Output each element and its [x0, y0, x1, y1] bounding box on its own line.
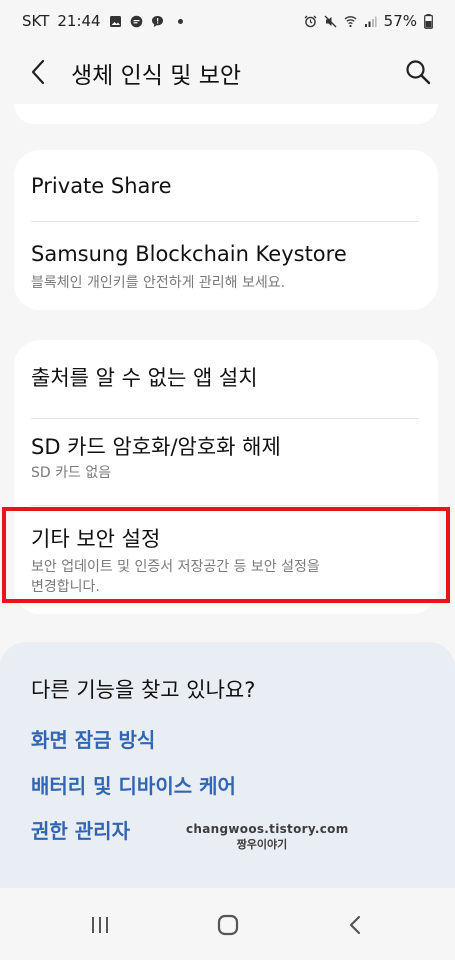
- unknown-apps-item[interactable]: 출처를 알 수 없는 앱 설치: [14, 340, 438, 418]
- item-subtitle: 블록체인 개인키를 안전하게 관리해 보세요.: [31, 275, 286, 291]
- gallery-notification-icon: [109, 15, 121, 27]
- item-subtitle: SD 카드 없음: [31, 465, 112, 481]
- blockchain-keystore-item[interactable]: Samsung Blockchain Keystore 블록체인 개인키를 안전…: [14, 222, 438, 310]
- suggestions-panel: 다른 기능을 찾고 있나요? 화면 잠금 방식 배터리 및 디바이스 케어 권한…: [0, 642, 455, 888]
- status-bar: SKT 21:44 57%: [0, 0, 455, 44]
- messenger-notification-icon: [130, 15, 142, 27]
- search-icon[interactable]: [405, 59, 431, 85]
- mute-icon: [324, 15, 337, 27]
- link-battery-device-care[interactable]: 배터리 및 디바이스 케어: [31, 770, 236, 799]
- settings-card-1: Private Share Samsung Blockchain Keystor…: [14, 150, 438, 310]
- link-permission-manager[interactable]: 권한 관리자: [31, 815, 130, 844]
- battery-icon: [424, 13, 433, 29]
- suggestions-question: 다른 기능을 찾고 있나요?: [31, 678, 256, 702]
- item-title: Samsung Blockchain Keystore: [31, 242, 347, 266]
- watermark: changwoos.tistory.com 짱우이야기: [186, 822, 349, 852]
- item-title: 출처를 알 수 없는 앱 설치: [31, 366, 258, 390]
- page-title: 생체 인식 및 보안: [71, 63, 242, 89]
- more-notifications-dot: [177, 18, 183, 24]
- app-bar: 생체 인식 및 보안: [0, 44, 455, 100]
- clock: 21:44: [57, 12, 101, 30]
- highlight-box: [2, 507, 450, 603]
- battery-percent: 57%: [383, 12, 417, 30]
- sd-card-encryption-item[interactable]: SD 카드 암호화/암호화 해제 SD 카드 없음: [14, 419, 438, 505]
- item-title: Private Share: [31, 174, 172, 198]
- back-arrow-icon[interactable]: [26, 58, 50, 86]
- private-share-item[interactable]: Private Share: [14, 150, 438, 222]
- carrier-label: SKT: [22, 12, 50, 30]
- home-icon[interactable]: [214, 914, 242, 936]
- watermark-url: changwoos.tistory.com: [186, 822, 349, 836]
- cell-signal-icon: [364, 16, 377, 27]
- wifi-signal-icon: [344, 15, 357, 27]
- alarm-icon: [304, 15, 317, 27]
- recent-apps-icon[interactable]: [86, 914, 114, 936]
- previous-card-edge: [14, 104, 438, 124]
- chat-notification-icon: [151, 15, 163, 27]
- watermark-name: 짱우이야기: [236, 838, 288, 851]
- navigation-bar: [0, 888, 455, 960]
- item-title: SD 카드 암호화/암호화 해제: [31, 435, 281, 459]
- back-nav-icon[interactable]: [342, 914, 370, 936]
- link-screen-lock-type[interactable]: 화면 잠금 방식: [31, 724, 155, 753]
